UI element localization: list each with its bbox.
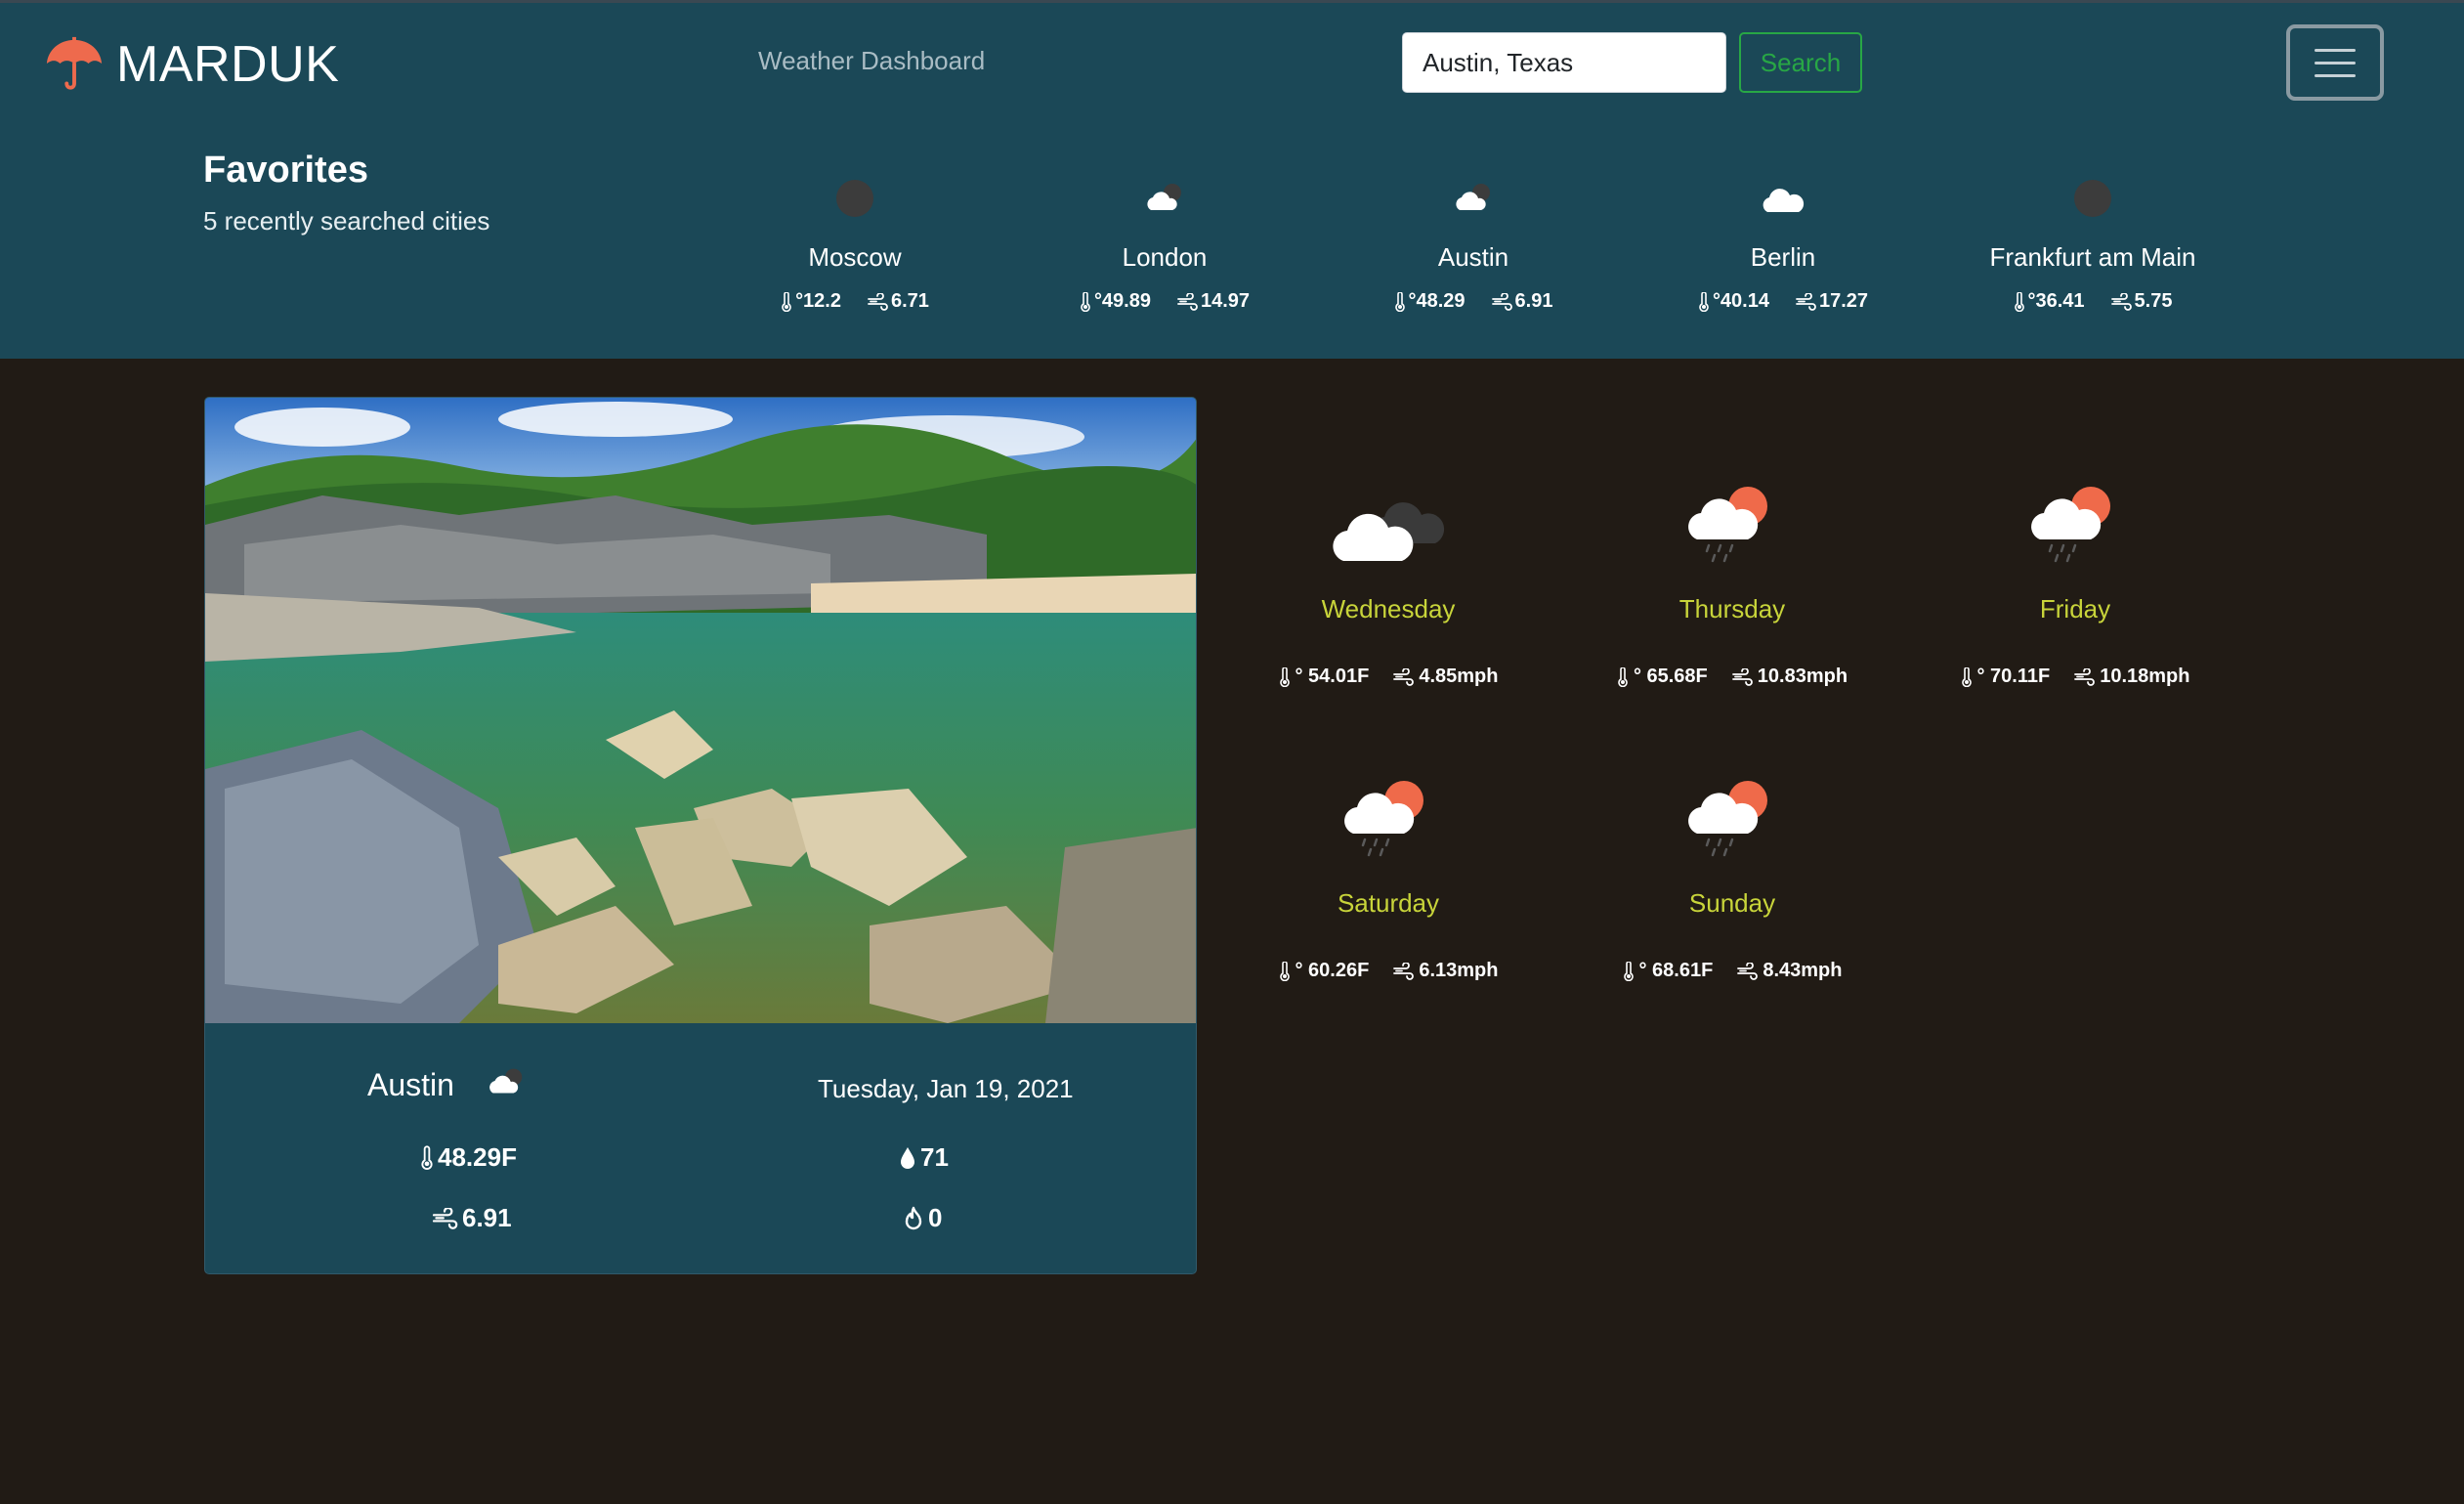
thermometer-icon (1618, 666, 1628, 687)
dark-moon-icon (836, 180, 873, 217)
hamburger-icon (2315, 48, 2356, 52)
wind-icon (2074, 667, 2096, 686)
forecast-day-thursday[interactable]: Thursday ° 65.68F 10.83mph (1586, 450, 1879, 688)
forecast-day-name: Sunday (1688, 888, 1776, 918)
favorite-wind: 14.97 (1200, 290, 1251, 312)
favorite-city-name: Berlin (1750, 242, 1816, 272)
current-city-name: Austin (367, 1067, 454, 1102)
wind-icon (1491, 292, 1512, 311)
wind-icon (1177, 292, 1198, 311)
favorite-wind: 5.75 (2134, 290, 2173, 312)
thermometer-icon (1699, 291, 1709, 312)
forecast-wind: 6.13mph (1419, 960, 1499, 981)
humidity-drop-icon (901, 1146, 914, 1169)
thermometer-icon (1081, 291, 1090, 312)
favorite-wind: 6.91 (1514, 290, 1553, 312)
favorite-city-berlin[interactable]: Berlin °40.14 17.27 (1646, 174, 1920, 313)
wind-icon (432, 1207, 458, 1229)
thermometer-icon (421, 1144, 433, 1170)
favorites-subtitle: 5 recently searched cities (203, 206, 490, 236)
favorite-city-london[interactable]: London °49.89 14.97 (1028, 174, 1301, 313)
cloud-night-icon (1147, 184, 1181, 210)
favorite-temp: °48.29 (1408, 290, 1466, 312)
favorite-city-name: London (1122, 242, 1208, 272)
dark-moon-icon (2074, 180, 2111, 217)
header-band: MARDUK Weather Dashboard Search Favorite… (0, 0, 2464, 359)
current-wind: 6.91 (462, 1203, 512, 1232)
brand-name: MARDUK (116, 36, 340, 93)
wind-icon (1737, 962, 1759, 980)
wind-icon (2110, 292, 2132, 311)
thermometer-icon (2014, 291, 2024, 312)
forecast-temp: ° 60.26F (1295, 960, 1370, 981)
favorite-city-name: Frankfurt am Main (1989, 242, 2196, 272)
cloudy-icon (1333, 502, 1445, 561)
current-date: Tuesday, Jan 19, 2021 (818, 1074, 1074, 1103)
forecast-wind: 10.18mph (2100, 666, 2190, 687)
rain-sun-icon (1688, 487, 1767, 563)
city-landscape-image (205, 398, 1196, 1023)
fire-icon (905, 1206, 922, 1229)
cloud-night-icon (1456, 184, 1490, 210)
forecast-day-name: Thursday (1678, 594, 1786, 623)
wind-icon (1796, 292, 1816, 311)
favorite-temp: °36.41 (2027, 290, 2085, 312)
current-uv-index: 0 (928, 1203, 943, 1232)
forecast-temp: ° 65.68F (1633, 666, 1708, 687)
favorite-temp: °40.14 (1712, 290, 1769, 312)
current-humidity: 71 (920, 1142, 949, 1172)
forecast-day-wednesday[interactable]: Wednesday ° 54.01F 4.85mph (1242, 450, 1535, 688)
wind-icon (868, 292, 888, 311)
wind-icon (1731, 667, 1753, 686)
thermometer-icon (1961, 666, 1972, 687)
forecast-day-name: Wednesday (1321, 594, 1456, 623)
forecast-wind: 10.83mph (1757, 666, 1848, 687)
forecast-temp: ° 70.11F (1976, 666, 2051, 687)
nav-link-weather-dashboard[interactable]: Weather Dashboard (758, 46, 985, 76)
forecast-day-sunday[interactable]: Sunday ° 68.61F 8.43mph (1586, 744, 1879, 982)
wind-icon (1393, 962, 1415, 980)
favorite-wind: 6.71 (891, 290, 929, 312)
search-input[interactable] (1402, 32, 1726, 93)
forecast-day-name: Saturday (1337, 888, 1440, 918)
cloud-night-icon (489, 1068, 523, 1094)
favorite-wind: 17.27 (1818, 290, 1869, 312)
navbar: MARDUK Weather Dashboard Search (0, 3, 2464, 125)
forecast-wind: 4.85mph (1419, 666, 1499, 687)
thermometer-icon (1623, 961, 1634, 981)
cloud-icon (1763, 189, 1805, 212)
favorite-city-austin[interactable]: Austin °48.29 6.91 (1337, 174, 1610, 313)
rain-sun-icon (2031, 487, 2110, 563)
forecast-wind: 8.43mph (1763, 960, 1843, 981)
current-temperature: 48.29F (438, 1142, 517, 1172)
favorite-city-frankfurt[interactable]: Frankfurt am Main °36.41 5.75 (1956, 174, 2230, 313)
favorites-title: Favorites (203, 150, 368, 191)
brand[interactable]: MARDUK (44, 32, 339, 97)
favorite-city-name: Austin (1437, 242, 1509, 272)
rain-sun-icon (1344, 781, 1423, 857)
thermometer-icon (1394, 291, 1405, 312)
forecast-temp: ° 54.01F (1295, 666, 1370, 687)
rain-sun-icon (1688, 781, 1767, 857)
favorite-city-name: Moscow (808, 242, 902, 272)
forecast-day-friday[interactable]: Friday ° 70.11F 10.18mph (1929, 450, 2222, 688)
favorite-city-moscow[interactable]: Moscow °12.2 6.71 (718, 174, 992, 313)
forecast-day-saturday[interactable]: Saturday ° 60.26F 6.13mph (1242, 744, 1535, 982)
favorite-temp: °49.89 (1093, 290, 1151, 312)
thermometer-icon (1279, 961, 1290, 981)
forecast-day-name: Friday (2039, 594, 2111, 623)
thermometer-icon (782, 291, 791, 312)
forecast-temp: ° 68.61F (1638, 960, 1714, 981)
current-weather-card: Austin Tuesday, Jan 19, 2021 48.29F 6.91… (204, 397, 1197, 1274)
favorite-temp: °12.2 (795, 290, 841, 312)
menu-toggle-button[interactable] (2286, 24, 2384, 101)
wind-icon (1393, 667, 1415, 686)
thermometer-icon (1279, 666, 1290, 687)
search-button[interactable]: Search (1739, 32, 1862, 93)
umbrella-icon (46, 36, 103, 90)
